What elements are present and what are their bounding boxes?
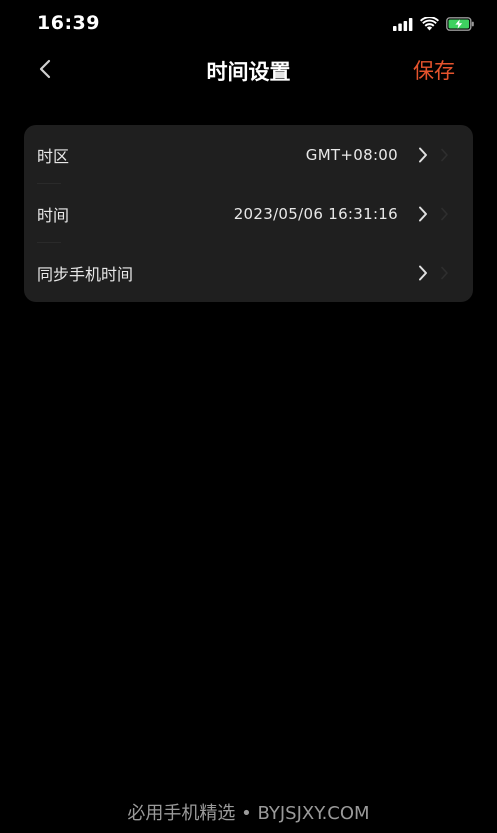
time-row[interactable]: 时间 2023/05/06 16:31:16 (24, 184, 473, 243)
settings-card: 时区 GMT+08:00 时间 2023/05/06 16:31:16 同步手机… (24, 125, 473, 302)
watermark: 必用手机精选 • BYJSJXY.COM (127, 803, 370, 824)
timezone-value: GMT+08:00 (305, 145, 398, 164)
status-bar: 16:39 (0, 0, 497, 48)
sync-phone-time-label: 同步手机时间 (37, 264, 134, 284)
time-label: 时间 (37, 205, 70, 225)
chevron-right-ghost-icon (441, 266, 448, 279)
chevron-right-icon (419, 206, 427, 221)
battery-charging-icon (446, 17, 474, 31)
cellular-signal-icon (393, 17, 413, 31)
sync-phone-time-row[interactable]: 同步手机时间 (24, 243, 473, 302)
nav-bar: 时间设置 保存 (0, 46, 497, 92)
save-button[interactable]: 保存 (413, 55, 455, 85)
chevron-right-ghost-icon (441, 148, 448, 161)
status-icons (393, 14, 475, 34)
timezone-label: 时区 (37, 146, 70, 166)
time-value: 2023/05/06 16:31:16 (233, 204, 398, 223)
timezone-row[interactable]: 时区 GMT+08:00 (24, 125, 473, 184)
wifi-icon (420, 17, 439, 31)
chevron-right-ghost-icon (441, 207, 448, 220)
chevron-right-icon (419, 265, 427, 280)
status-time: 16:39 (37, 12, 100, 34)
chevron-right-icon (419, 147, 427, 162)
